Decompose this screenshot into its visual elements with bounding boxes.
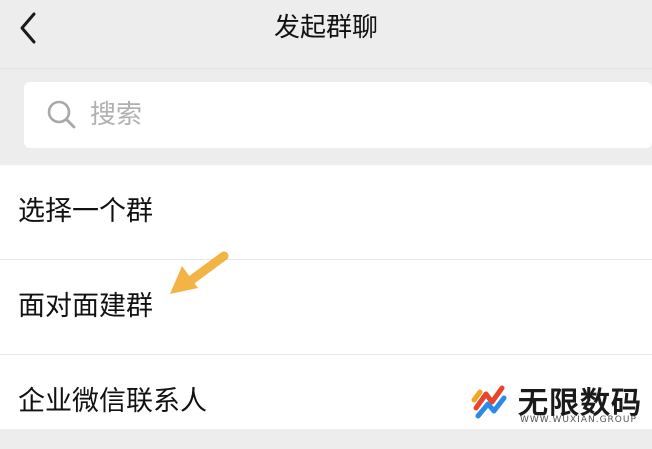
top-bar: 发起群聊 — [0, 0, 652, 60]
brand-logo-icon — [469, 381, 511, 423]
list-item-label: 企业微信联系人 — [18, 386, 207, 417]
search-input[interactable]: 搜索 — [24, 82, 652, 148]
arrow-pointer-icon — [170, 251, 229, 294]
watermark: 无限数码 WWW.WUXIAN.GROUP — [462, 372, 652, 429]
search-icon — [47, 100, 76, 129]
search-area: 搜索 — [0, 69, 652, 161]
page-title: 发起群聊 — [273, 13, 378, 43]
list-item-label: 面对面建群 — [18, 291, 153, 322]
list-item-select-group[interactable]: 选择一个群 — [0, 165, 652, 259]
watermark-subtitle: WWW.WUXIAN.GROUP — [520, 415, 637, 425]
list-item-face-to-face[interactable]: 面对面建群 — [0, 260, 652, 354]
search-placeholder: 搜索 — [90, 100, 143, 130]
list-item-label: 选择一个群 — [18, 196, 153, 227]
